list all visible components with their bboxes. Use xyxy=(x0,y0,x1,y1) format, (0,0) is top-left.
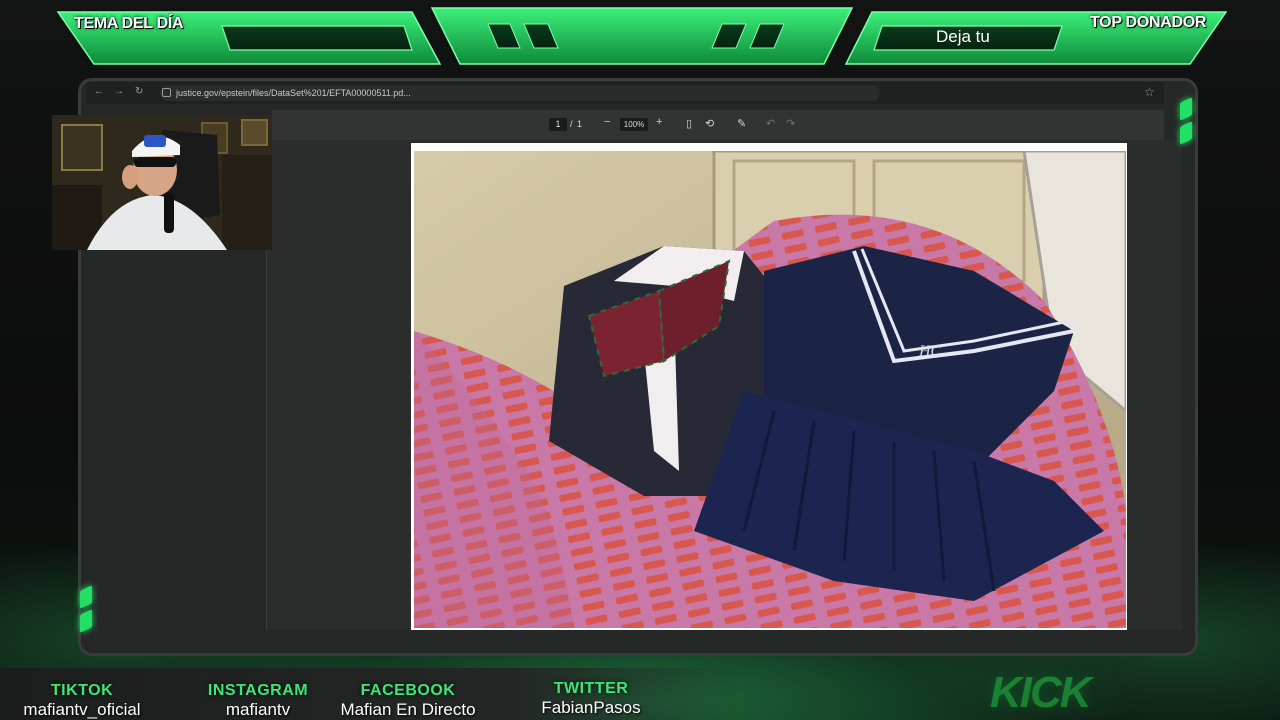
rotate-icon[interactable]: ⟲ xyxy=(705,117,714,130)
webcam-feed xyxy=(52,115,272,250)
annotate-icon[interactable]: ✎ xyxy=(737,117,746,130)
social-label: FACEBOOK xyxy=(360,682,456,699)
arrow-left-icon[interactable]: ← xyxy=(94,86,104,97)
social-instagram: INSTAGRAM mafiantv xyxy=(184,682,332,720)
site-info-icon[interactable] xyxy=(162,88,171,97)
document-photo: HC xyxy=(414,151,1126,628)
top-hud xyxy=(56,7,1228,65)
social-facebook: FACEBOOK Mafian En Directo xyxy=(326,682,490,720)
photo-illustration: HC xyxy=(414,151,1126,628)
kick-logo: KICK xyxy=(990,668,1092,717)
social-handle: FabianPasos xyxy=(541,698,641,717)
url-field[interactable]: justice.gov/epstein/files/DataSet%201/EF… xyxy=(160,85,880,101)
page-separator: / xyxy=(570,119,573,129)
zoom-out-button[interactable]: − xyxy=(604,116,610,128)
top-donor-value: Deja tu xyxy=(936,27,990,46)
social-label: INSTAGRAM xyxy=(207,682,309,699)
social-label: TIKTOK xyxy=(50,682,114,699)
streamer-illustration xyxy=(52,115,272,250)
url-text: justice.gov/epstein/files/DataSet%201/EF… xyxy=(176,88,411,98)
total-pages: 1 xyxy=(577,119,583,129)
social-tiktok: TIKTOK mafiantv_oficial xyxy=(10,682,154,720)
svg-text:HC: HC xyxy=(918,343,942,360)
star-icon[interactable]: ☆ xyxy=(1144,85,1155,99)
zoom-in-button[interactable]: + xyxy=(656,116,662,128)
pdf-toolbar xyxy=(272,110,1164,140)
top-donor-label: TOP DONADOR xyxy=(1090,14,1207,31)
social-twitter: TWITTER FabianPasos xyxy=(520,680,662,718)
redo-icon[interactable]: ↷ xyxy=(786,117,795,130)
social-handle: mafiantv_oficial xyxy=(23,700,141,719)
reload-icon[interactable]: ↻ xyxy=(135,86,143,97)
fit-page-icon[interactable]: ▯ xyxy=(686,117,692,130)
social-label: TWITTER xyxy=(553,680,629,697)
topic-of-day-label: TEMA DEL DÍA xyxy=(74,15,184,32)
social-handle: Mafian En Directo xyxy=(340,700,476,719)
undo-icon[interactable]: ↶ xyxy=(766,117,775,130)
zoom-level[interactable]: 100% xyxy=(620,118,648,131)
arrow-right-icon[interactable]: → xyxy=(114,86,124,97)
page-number-input[interactable]: 1 xyxy=(549,118,567,131)
social-handle: mafiantv xyxy=(225,700,291,719)
